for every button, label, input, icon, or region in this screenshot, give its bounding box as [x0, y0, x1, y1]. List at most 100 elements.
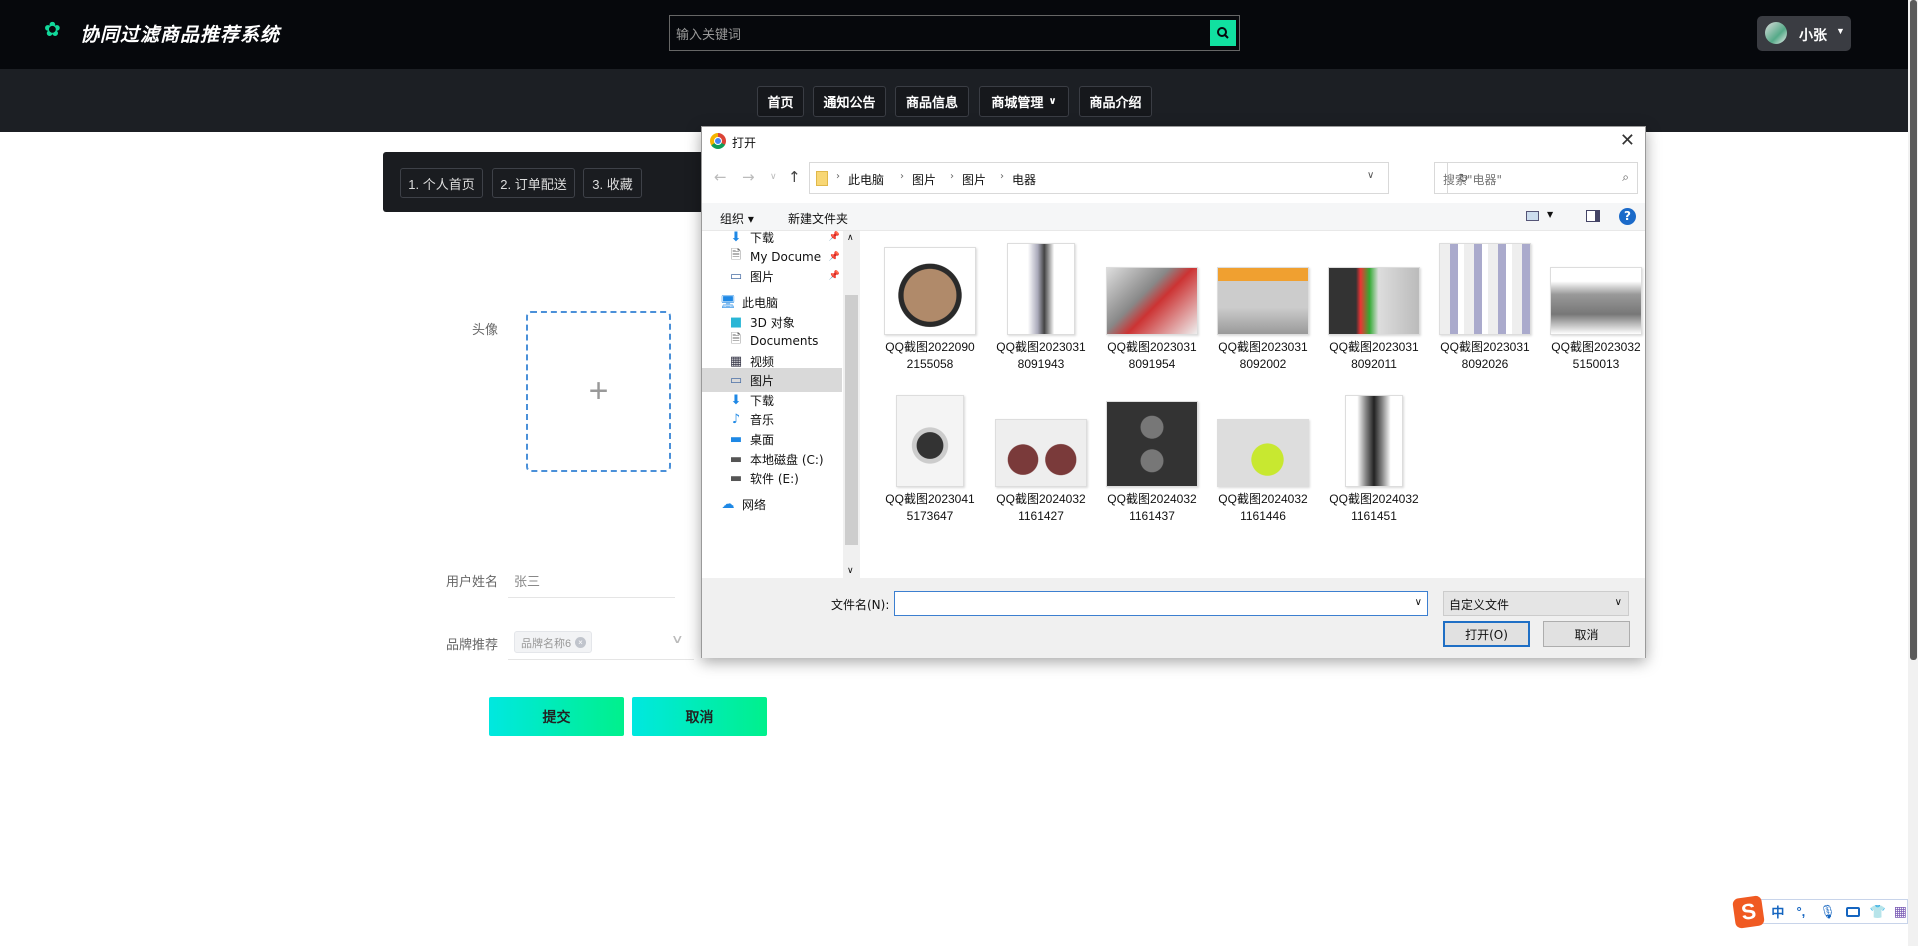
dialog-cancel-button[interactable]: 取消: [1543, 621, 1630, 647]
file-item[interactable]: QQ截图20230415173647: [878, 393, 982, 525]
avatar-upload[interactable]: +: [526, 311, 671, 472]
preview-pane-icon[interactable]: [1586, 210, 1600, 222]
caret-down-icon[interactable]: ▼: [1547, 210, 1553, 219]
search-bar: 输入关键词: [669, 15, 1240, 51]
file-name: QQ截图20240321161451: [1329, 492, 1419, 523]
tab-personal-home[interactable]: 1. 个人首页: [400, 168, 483, 198]
sidebar-item[interactable]: ☁ 网络: [702, 492, 842, 516]
dialog-search-input[interactable]: 搜索"电器" ⌕: [1434, 162, 1638, 194]
search-button[interactable]: [1210, 20, 1236, 46]
avatar: [1765, 22, 1787, 44]
up-arrow-icon[interactable]: ↑: [788, 168, 801, 186]
page-scrollbar[interactable]: [1908, 0, 1918, 946]
filetype-select[interactable]: 自定义文件 ∨: [1443, 591, 1629, 616]
disk-icon: ▬: [729, 451, 743, 467]
tab-order-delivery[interactable]: 2. 订单配送: [492, 168, 575, 198]
chevron-right-icon: ›: [1000, 171, 1004, 182]
desktop-icon: ▬: [729, 431, 743, 447]
close-icon[interactable]: ×: [575, 637, 586, 648]
nav-notices[interactable]: 通知公告: [813, 86, 886, 117]
scrollbar-thumb[interactable]: [1910, 0, 1917, 660]
nav-mall-management[interactable]: 商城管理 ∨: [979, 86, 1069, 117]
file-thumbnail: [1217, 419, 1309, 487]
file-item[interactable]: QQ截图20240321161437: [1100, 393, 1204, 525]
file-thumbnail: [1106, 267, 1198, 335]
nav-product-intro[interactable]: 商品介绍: [1079, 86, 1152, 117]
view-options-icon[interactable]: [1526, 211, 1539, 221]
forward-arrow-icon[interactable]: →: [742, 168, 755, 186]
file-item[interactable]: QQ截图20230318092011: [1322, 241, 1426, 373]
file-name: QQ截图20220902155058: [885, 340, 975, 371]
file-item[interactable]: QQ截图20240321161446: [1211, 393, 1315, 525]
file-item[interactable]: QQ截图20230318091943: [989, 241, 1093, 373]
file-thumbnail: [884, 247, 976, 335]
chevron-down-icon: ∨: [1614, 597, 1622, 608]
file-thumbnail: [1550, 267, 1642, 335]
video-icon: ▦: [729, 353, 743, 369]
scrollbar-thumb[interactable]: [845, 295, 858, 545]
file-item[interactable]: QQ截图20230318092002: [1211, 241, 1315, 373]
search-input[interactable]: 输入关键词: [676, 24, 741, 43]
divider: [508, 659, 694, 660]
scroll-down-icon[interactable]: ∨: [847, 566, 854, 576]
sidebar-item-label: 3D 对象: [750, 315, 795, 330]
close-button[interactable]: ✕: [1620, 130, 1635, 151]
apps-icon[interactable]: ▦: [1894, 903, 1907, 920]
skin-icon[interactable]: 👕: [1870, 904, 1886, 920]
address-bar[interactable]: › 此电脑 › 图片 › 图片 › 电器 ∨ ↻: [809, 162, 1469, 194]
filename-input[interactable]: ∨: [894, 591, 1428, 616]
nav-products[interactable]: 商品信息: [895, 86, 969, 117]
file-item[interactable]: QQ截图20220902155058: [878, 241, 982, 373]
breadcrumb-item[interactable]: 电器: [1012, 171, 1036, 188]
sidebar-item-label: 桌面: [750, 432, 775, 447]
cancel-button[interactable]: 取消: [632, 697, 767, 736]
breadcrumb-item[interactable]: 图片: [912, 171, 936, 188]
chevron-down-icon[interactable]: ∨: [1367, 170, 1374, 181]
filetype-value: 自定义文件: [1449, 598, 1510, 612]
top-header: ✿ 协同过滤商品推荐系统 输入关键词 小张 ▼: [0, 0, 1908, 69]
chevron-down-icon[interactable]: ∨: [671, 632, 684, 646]
ime-language[interactable]: 中: [1771, 902, 1784, 921]
back-arrow-icon[interactable]: ←: [714, 168, 727, 186]
open-button[interactable]: 打开(O): [1443, 621, 1530, 647]
file-open-dialog: 打开 ✕ ← → ∨ ↑ › 此电脑 › 图片 › 图片 › 电器 ∨ ↻ 搜索…: [701, 126, 1646, 658]
sidebar-item-label: 此电脑: [742, 295, 779, 310]
sogou-logo-icon[interactable]: S: [1732, 894, 1766, 929]
file-name: QQ截图20230318092002: [1218, 340, 1308, 371]
sidebar-item[interactable]: ▬ 软件 (E:): [702, 466, 842, 490]
search-icon: [1217, 27, 1229, 39]
sidebar-item-label: 软件 (E:): [750, 471, 799, 486]
download-icon: ⬇: [730, 229, 742, 245]
microphone-icon[interactable]: 🎙: [1819, 904, 1836, 920]
brand-tag-label: 品牌名称6: [521, 638, 572, 650]
breadcrumb-item[interactable]: 此电脑: [848, 171, 884, 188]
chevron-right-icon: ›: [900, 171, 904, 182]
tab-favorites[interactable]: 3. 收藏: [583, 168, 642, 198]
name-input[interactable]: 张三: [514, 571, 540, 590]
name-label: 用户姓名: [446, 574, 499, 589]
sidebar-item-label: 下载: [750, 393, 775, 408]
file-item[interactable]: QQ截图20240321161427: [989, 393, 1093, 525]
file-item[interactable]: QQ截图20230318092026: [1433, 241, 1537, 373]
file-item[interactable]: QQ截图20230325150013: [1544, 241, 1648, 373]
file-item[interactable]: QQ截图20240321161451: [1322, 393, 1426, 525]
sidebar-item[interactable]: ▭ 图片 📌: [702, 264, 842, 288]
scroll-up-icon[interactable]: ∧: [847, 233, 854, 243]
breadcrumb-item[interactable]: 图片: [962, 171, 986, 188]
pictures-icon: ▭: [729, 372, 743, 388]
ime-punctuation[interactable]: °,: [1796, 904, 1805, 919]
site-title: 协同过滤商品推荐系统: [80, 25, 281, 46]
submit-button[interactable]: 提交: [489, 697, 624, 736]
recent-dropdown-icon[interactable]: ∨: [770, 172, 777, 182]
download-icon: ⬇: [730, 392, 742, 408]
sidebar-item-label: 音乐: [750, 412, 775, 427]
filename-label: 文件名(N):: [831, 598, 890, 612]
nav-home[interactable]: 首页: [757, 86, 804, 117]
sidebar-scrollbar[interactable]: ∧ ∨: [843, 231, 860, 578]
user-menu-button[interactable]: 小张 ▼: [1757, 16, 1851, 51]
keyboard-icon[interactable]: [1845, 906, 1860, 917]
file-item[interactable]: QQ截图20230318091954: [1100, 241, 1204, 373]
cube-icon: ■: [729, 314, 743, 330]
chevron-down-icon[interactable]: ∨: [1415, 597, 1422, 608]
help-icon[interactable]: ?: [1619, 208, 1636, 225]
